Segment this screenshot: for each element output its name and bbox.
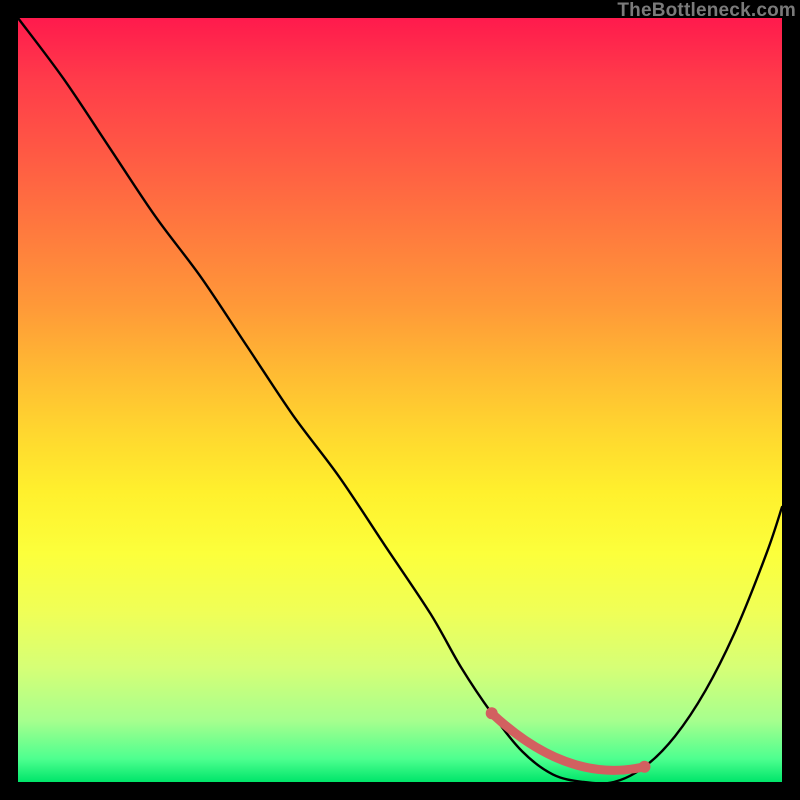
optimal-markers bbox=[486, 707, 651, 773]
plot-area bbox=[18, 18, 782, 782]
curve-path bbox=[18, 18, 782, 783]
bottleneck-curve bbox=[18, 18, 782, 783]
watermark: TheBottleneck.com bbox=[617, 0, 796, 22]
optimal-range-end-marker bbox=[639, 761, 651, 773]
curve-layer bbox=[18, 18, 782, 782]
optimal-range-start-marker bbox=[486, 707, 498, 719]
chart-container: TheBottleneck.com bbox=[0, 0, 800, 800]
